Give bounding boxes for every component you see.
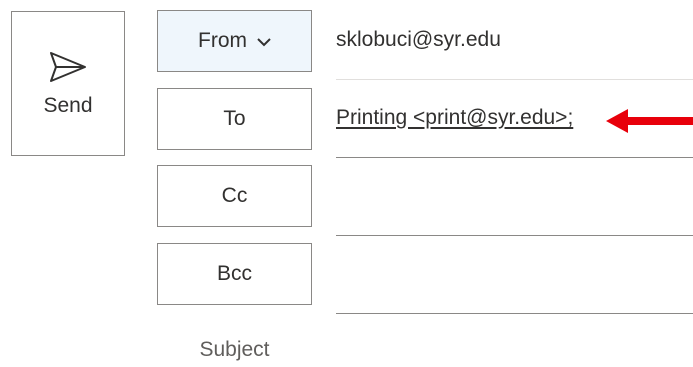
to-field-underline: [336, 157, 693, 158]
from-label: From: [198, 29, 247, 52]
send-button[interactable]: Send: [11, 11, 125, 156]
bcc-label: Bcc: [216, 262, 252, 285]
recipient-chip[interactable]: Printing <print@syr.edu>;: [336, 106, 573, 129]
cc-field[interactable]: [336, 195, 693, 235]
send-label: Send: [43, 94, 93, 117]
cc-button[interactable]: Cc: [157, 165, 312, 227]
to-button[interactable]: To: [157, 88, 312, 150]
chevron-down-icon: [257, 37, 271, 46]
bcc-button[interactable]: Bcc: [157, 243, 312, 305]
bcc-field-underline: [336, 313, 693, 314]
to-label: To: [223, 107, 246, 130]
cc-field-underline: [336, 235, 693, 236]
compose-header: Send From To Cc Bcc Subject sklobuci@syr…: [0, 0, 693, 367]
from-divider: [336, 79, 693, 80]
red-arrow-icon: [606, 109, 693, 133]
from-address: sklobuci@syr.edu: [336, 28, 501, 51]
bcc-field[interactable]: [336, 273, 693, 313]
cc-label: Cc: [221, 184, 248, 207]
send-icon: [50, 52, 86, 82]
to-field[interactable]: Printing <print@syr.edu>;: [336, 106, 573, 130]
from-button[interactable]: From: [157, 10, 312, 72]
subject-label: Subject: [199, 338, 270, 361]
